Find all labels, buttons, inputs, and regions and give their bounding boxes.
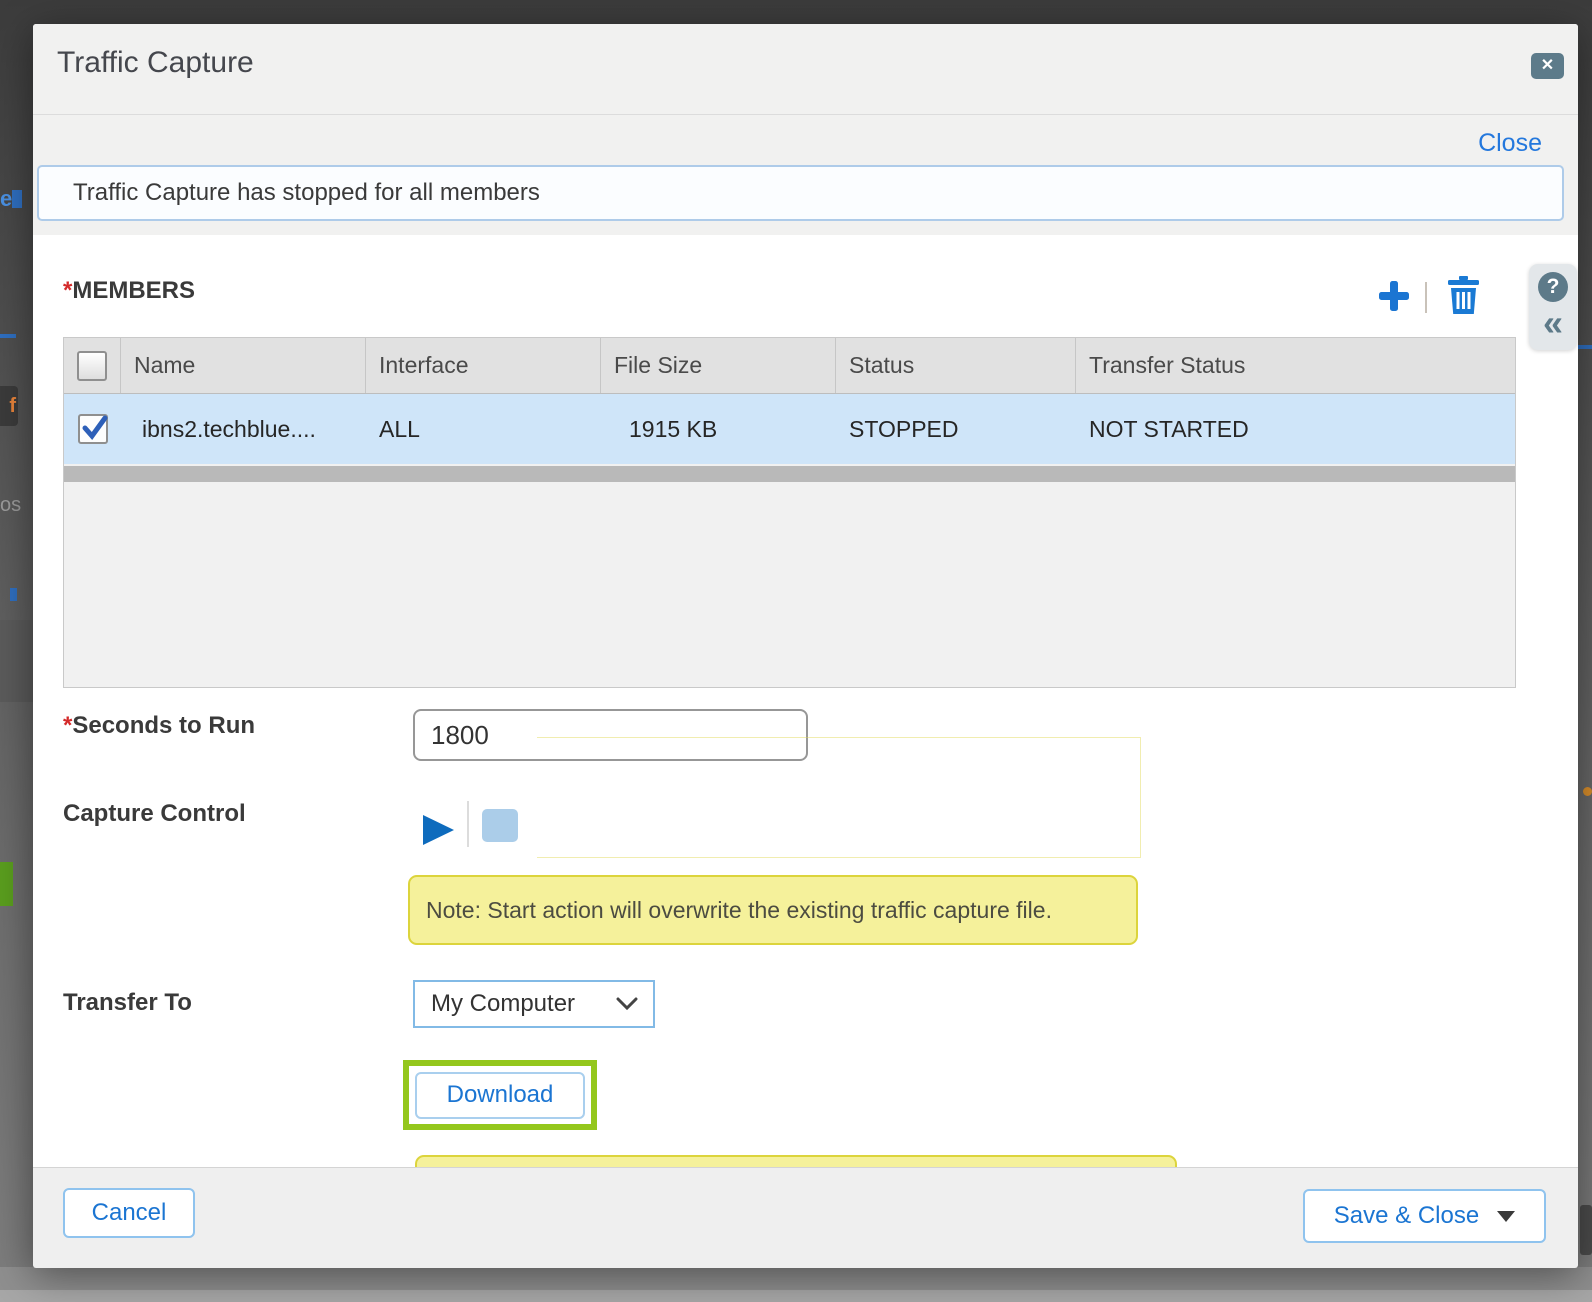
- column-header-transfer-status[interactable]: Transfer Status: [1076, 338, 1510, 393]
- help-icon[interactable]: ?: [1538, 272, 1568, 302]
- backdrop-fragment: [1578, 345, 1592, 349]
- save-close-label: Save & Close: [1334, 1202, 1479, 1230]
- dialog-footer: Cancel Save & Close: [33, 1167, 1578, 1268]
- play-icon[interactable]: [423, 815, 454, 845]
- members-table: Name Interface File Size Status Transfer…: [63, 337, 1516, 688]
- required-marker: *: [63, 277, 72, 304]
- dialog-subheader: Close Traffic Capture has stopped for al…: [33, 115, 1578, 235]
- overwrite-note-text: Note: Start action will overwrite the ex…: [426, 897, 1052, 924]
- screen: e f os Traffic Capture ✕ Close Traffic C…: [0, 0, 1592, 1302]
- backdrop-fragment: e: [0, 186, 12, 212]
- clipped-note: [415, 1155, 1177, 1167]
- backdrop-scrollbar[interactable]: [1580, 1205, 1592, 1255]
- members-section-label: *MEMBERS: [63, 277, 195, 305]
- cell-interface: ALL: [366, 416, 601, 443]
- select-all-cell: [64, 338, 121, 393]
- required-marker: *: [63, 712, 72, 739]
- dialog-title: Traffic Capture: [57, 46, 254, 80]
- select-all-checkbox[interactable]: [77, 351, 107, 381]
- notification-text: Traffic Capture has stopped for all memb…: [73, 179, 540, 207]
- backdrop-band: [0, 1290, 1592, 1302]
- overwrite-note: Note: Start action will overwrite the ex…: [408, 875, 1138, 945]
- row-checkbox[interactable]: [78, 414, 108, 444]
- horizontal-scrollbar[interactable]: [64, 466, 1515, 482]
- check-icon: [81, 414, 109, 444]
- table-row[interactable]: ibns2.techblue.... ALL 1915 KB STOPPED N…: [64, 394, 1515, 464]
- backdrop-fragment: [10, 588, 17, 601]
- close-link[interactable]: Close: [1478, 129, 1542, 158]
- control-divider: [467, 801, 469, 847]
- backdrop-fragment: [0, 620, 33, 702]
- cell-file-size: 1915 KB: [601, 416, 836, 443]
- dialog-body: *MEMBERS: [33, 235, 1578, 1167]
- download-button[interactable]: Download: [415, 1072, 585, 1119]
- help-flyout: ? «: [1529, 264, 1577, 350]
- column-header-status[interactable]: Status: [836, 338, 1076, 393]
- download-highlight-box: Download: [403, 1060, 597, 1130]
- row-select-cell: [64, 414, 121, 444]
- backdrop-fragment: os: [0, 494, 21, 517]
- backdrop-fragment: [0, 862, 13, 906]
- delete-member-button[interactable]: [1447, 276, 1480, 314]
- caret-down-icon: [1497, 1211, 1515, 1222]
- transfer-to-label: Transfer To: [63, 989, 192, 1017]
- backdrop-fragment: [1583, 787, 1592, 796]
- members-table-header: Name Interface File Size Status Transfer…: [64, 338, 1515, 394]
- trash-icon: [1447, 276, 1480, 314]
- backdrop-band: [0, 1267, 1592, 1290]
- save-close-button[interactable]: Save & Close: [1303, 1189, 1546, 1243]
- cell-name: ibns2.techblue....: [121, 416, 366, 443]
- backdrop-fragment: f: [0, 386, 18, 426]
- stop-icon[interactable]: [482, 809, 518, 842]
- cell-transfer-status: NOT STARTED: [1076, 416, 1510, 443]
- transfer-to-value: My Computer: [431, 990, 615, 1018]
- column-header-interface[interactable]: Interface: [366, 338, 601, 393]
- column-header-name[interactable]: Name: [121, 338, 366, 393]
- notification-banner: Traffic Capture has stopped for all memb…: [37, 165, 1564, 221]
- chevron-down-icon: [615, 996, 639, 1012]
- plus-icon: [1377, 279, 1411, 313]
- members-label-text: MEMBERS: [72, 277, 195, 304]
- collapse-icon[interactable]: «: [1529, 302, 1577, 344]
- transfer-to-select[interactable]: My Computer: [413, 980, 655, 1028]
- backdrop-fragment: [0, 334, 16, 338]
- seconds-to-run-label: *Seconds to Run: [63, 712, 255, 740]
- capture-control-label: Capture Control: [63, 800, 246, 828]
- cell-status: STOPPED: [836, 416, 1076, 443]
- toolbar-divider: [1425, 282, 1427, 313]
- cancel-button[interactable]: Cancel: [63, 1188, 195, 1238]
- dialog-header: Traffic Capture ✕: [33, 24, 1578, 115]
- column-header-file-size[interactable]: File Size: [601, 338, 836, 393]
- faded-note-outline: [537, 737, 1141, 858]
- add-member-button[interactable]: [1377, 279, 1411, 313]
- traffic-capture-dialog: Traffic Capture ✕ Close Traffic Capture …: [33, 24, 1578, 1267]
- backdrop-fragment: [12, 190, 22, 208]
- close-icon[interactable]: ✕: [1531, 53, 1564, 79]
